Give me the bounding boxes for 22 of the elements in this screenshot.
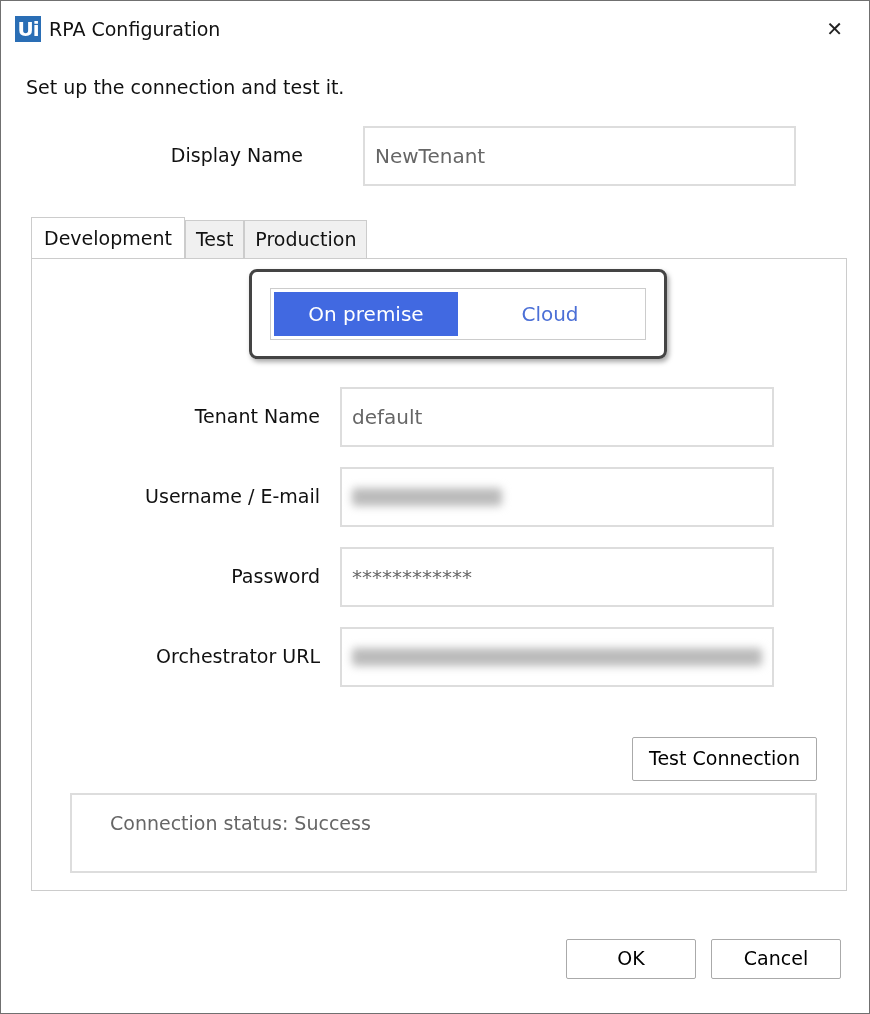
- toggle-option[interactable]: On premise: [274, 291, 458, 336]
- cancel-button[interactable]: Cancel: [711, 938, 841, 979]
- test-connection-button[interactable]: Test Connection: [632, 736, 817, 781]
- display-name-field[interactable]: NewTenant: [363, 125, 796, 186]
- input-field[interactable]: [340, 626, 774, 687]
- status-message: Connection status: Success: [70, 792, 817, 873]
- field-label: Username / E-mail: [144, 484, 321, 510]
- input-field[interactable]: [340, 466, 774, 527]
- field-label: Tenant Name: [193, 404, 321, 430]
- tab[interactable]: Test: [184, 219, 245, 258]
- input-field[interactable]: ************: [340, 546, 774, 607]
- window-title: RPA Configuration: [49, 16, 221, 42]
- instruction-text: Set up the connection and test it.: [26, 75, 346, 100]
- ok-button[interactable]: OK: [566, 938, 696, 979]
- field-label: Display Name: [169, 143, 304, 169]
- close-button[interactable]: ✕: [820, 13, 849, 45]
- tab[interactable]: Development: [31, 216, 185, 259]
- tab[interactable]: Production: [244, 219, 368, 258]
- field-label: Password: [230, 564, 321, 590]
- input-field[interactable]: default: [340, 386, 774, 447]
- app-logo: Ui: [15, 16, 41, 42]
- field-label: Orchestrator URL: [155, 644, 321, 670]
